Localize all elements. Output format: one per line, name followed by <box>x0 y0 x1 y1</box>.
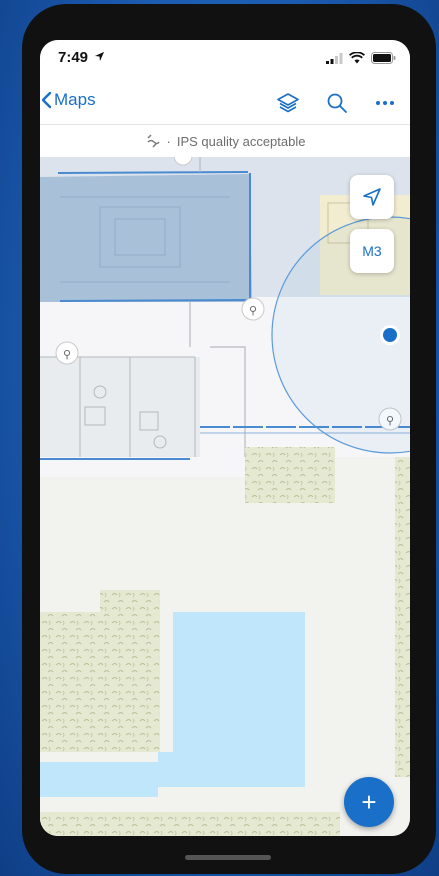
nav-actions <box>276 91 396 115</box>
ips-signal-icon <box>146 134 160 148</box>
battery-icon <box>371 52 396 64</box>
svg-text:⚲: ⚲ <box>249 304 257 317</box>
navigation-bar: Maps <box>40 82 410 124</box>
floor-level-button[interactable]: M3 <box>350 229 394 273</box>
layers-icon[interactable] <box>276 91 300 115</box>
locate-button[interactable] <box>350 175 394 219</box>
svg-text:⚲: ⚲ <box>63 348 71 361</box>
indoor-map[interactable]: ⚲ ⚲ ⚲ M3 + <box>40 157 410 836</box>
status-bar: 7:49 <box>40 40 410 82</box>
highlighted-room <box>40 174 252 302</box>
chevron-left-icon <box>41 91 52 109</box>
back-button[interactable]: Maps <box>40 90 96 110</box>
add-button[interactable]: + <box>344 777 394 827</box>
location-services-icon <box>95 51 105 62</box>
vegetation-area <box>245 447 335 503</box>
search-icon[interactable] <box>326 92 348 114</box>
add-icon: + <box>361 786 377 817</box>
office-block <box>40 357 200 457</box>
ips-separator: · <box>166 133 171 149</box>
floor-level-label: M3 <box>362 243 382 259</box>
ips-status-text: IPS quality acceptable <box>176 133 306 149</box>
status-time: 7:49 <box>58 49 105 66</box>
home-indicator[interactable] <box>185 855 271 860</box>
location-dot <box>383 328 397 342</box>
wifi-icon <box>349 52 365 64</box>
location-arrow-icon <box>363 188 381 206</box>
back-button-label: Maps <box>54 90 96 109</box>
ips-quality-banner: · IPS quality acceptable <box>40 124 410 158</box>
status-icons <box>326 52 396 64</box>
app-screen: 7:49 Maps · IPS quality acceptable ⚲ ⚲ M… <box>40 40 410 836</box>
cellular-signal-icon <box>326 52 343 64</box>
more-icon[interactable] <box>374 92 396 114</box>
